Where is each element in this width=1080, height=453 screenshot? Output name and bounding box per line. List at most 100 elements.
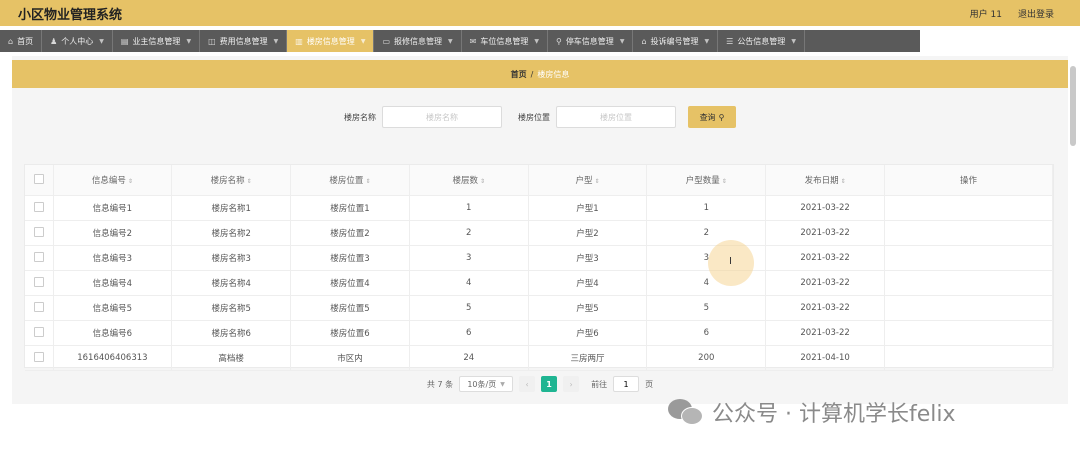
prev-page-button[interactable]: ‹	[519, 376, 536, 392]
table-cell: 2021-03-22	[765, 270, 885, 296]
table-row[interactable]: 信息编号4 楼房名称4 楼房位置4 4 户型4 4 2021-03-22	[25, 270, 1053, 296]
nav-item-building-info[interactable]: ▥ 楼房信息管理 ▼	[287, 30, 375, 52]
table-cell: 2021-04-10	[765, 345, 885, 371]
pagination: 共 7 条 10条/页 ▼ ‹ 1 › 前往 页	[12, 375, 1068, 393]
table-row[interactable]: 1616406406313 高档楼 市区内 24 三房两厅 200 2021-04-10	[25, 345, 1053, 371]
main-content: 首页 / 楼房信息 楼房名称 楼房位置 查询 ⚲ 信息编号⇕ 楼房名称⇕ 楼房位…	[12, 56, 1068, 404]
table-cell: 2021-03-22	[765, 245, 885, 271]
table-cell: 楼房名称3	[171, 245, 292, 271]
row-select-cell[interactable]	[25, 220, 54, 246]
sort-icon[interactable]: ⇕	[480, 178, 485, 185]
row-checkbox[interactable]	[33, 326, 44, 337]
table-cell: 信息编号4	[53, 270, 173, 296]
column-header[interactable]: 发布日期 ⇕	[765, 165, 885, 196]
table-cell: 楼房位置4	[290, 270, 410, 296]
sort-icon[interactable]: ⇕	[365, 178, 370, 185]
table-cell: 1	[409, 195, 529, 221]
column-header[interactable]: 楼房位置 ⇕	[290, 165, 410, 196]
chevron-down-icon: ▼	[99, 37, 104, 45]
nav-item-notice-info[interactable]: ☰ 公告信息管理 ▼	[718, 30, 805, 52]
column-header[interactable]: 信息编号 ⇕	[53, 165, 173, 196]
repair-icon: ▭	[382, 36, 390, 46]
table-cell: 信息编号1	[53, 195, 173, 221]
building-location-input[interactable]	[556, 106, 676, 128]
chevron-down-icon: ▼	[619, 37, 625, 45]
table-cell: 24	[409, 345, 529, 371]
total-count: 共 7 条	[426, 379, 454, 389]
chevron-down-icon: ▼	[704, 37, 710, 45]
nav-item-parking-info[interactable]: ⚲ 停车信息管理 ▼	[548, 30, 634, 52]
nav-item-home[interactable]: ⌂ 首页	[0, 30, 43, 52]
breadcrumb: 首页 / 楼房信息	[12, 60, 1068, 88]
page-number-current[interactable]: 1	[541, 376, 558, 392]
user-name[interactable]: 用户 11	[970, 7, 1002, 20]
logout-link[interactable]: 退出登录	[1018, 7, 1054, 20]
nav-item-owner-info[interactable]: ▤ 业主信息管理 ▼	[113, 30, 201, 52]
select-all-checkbox[interactable]	[33, 173, 44, 184]
sort-icon[interactable]: ⇕	[247, 178, 252, 185]
nav-item-repair-info[interactable]: ▭ 报修信息管理 ▼	[374, 30, 462, 52]
table-row[interactable]: 信息编号1 楼房名称1 楼房位置1 1 户型1 1 2021-03-22	[25, 195, 1053, 221]
row-select-cell[interactable]	[25, 195, 54, 221]
table-row[interactable]: 信息编号3 楼房名称3 楼房位置3 3 户型3 3 2021-03-22	[25, 245, 1053, 271]
table-cell: 三房两厅	[528, 345, 648, 371]
table-cell: 2021-03-22	[765, 220, 885, 246]
search-button[interactable]: 查询 ⚲	[688, 106, 736, 128]
nav-item-label: 费用信息管理	[219, 36, 268, 46]
nav-item-fee-info[interactable]: ◫ 费用信息管理 ▼	[200, 30, 288, 52]
breadcrumb-home[interactable]: 首页	[511, 69, 527, 80]
column-header[interactable]: 楼层数 ⇕	[409, 165, 529, 196]
text-cursor-icon: Ι	[729, 256, 732, 267]
row-select-cell[interactable]	[25, 320, 54, 346]
building-name-input[interactable]	[382, 106, 502, 128]
next-page-button[interactable]: ›	[563, 376, 580, 392]
row-checkbox[interactable]	[33, 301, 44, 312]
sort-icon[interactable]: ⇕	[722, 178, 727, 185]
table-cell-actions	[884, 345, 1053, 371]
row-select-cell[interactable]	[25, 295, 54, 321]
fee-icon: ◫	[208, 36, 216, 46]
list-icon: ▤	[120, 36, 129, 46]
column-header-actions: 操作	[884, 165, 1053, 196]
row-select-cell[interactable]	[25, 270, 54, 296]
nav-item-parking-space-info[interactable]: ✉ 车位信息管理 ▼	[462, 30, 548, 52]
row-checkbox[interactable]	[33, 251, 44, 262]
row-select-cell[interactable]	[25, 345, 54, 371]
row-checkbox[interactable]	[33, 276, 44, 287]
column-header[interactable]: 楼房名称 ⇕	[171, 165, 292, 196]
table-row[interactable]: 信息编号6 楼房名称6 楼房位置6 6 户型6 6 2021-03-22	[25, 320, 1053, 346]
goto-page-input[interactable]	[613, 376, 640, 392]
nav-item-label: 个人中心	[61, 36, 94, 46]
nav-item-personal-center[interactable]: ♟ 个人中心 ▼	[42, 30, 113, 52]
breadcrumb-current: 楼房信息	[537, 69, 570, 79]
table-row[interactable]: 信息编号5 楼房名称5 楼房位置5 5 户型5 5 2021-03-22	[25, 295, 1053, 321]
column-header[interactable]: 户型数量 ⇕	[646, 165, 767, 196]
row-checkbox[interactable]	[33, 351, 44, 362]
page-size-select[interactable]: 10条/页 ▼	[459, 376, 514, 392]
row-select-cell[interactable]	[25, 245, 54, 271]
sort-icon[interactable]: ⇕	[841, 178, 846, 185]
row-checkbox[interactable]	[33, 201, 44, 212]
table-cell: 1616406406313	[53, 345, 173, 371]
table-cell: 户型2	[528, 220, 648, 246]
table-cell: 户型1	[528, 195, 648, 221]
nav-item-complaint-info[interactable]: ⌂ 投诉编号管理 ▼	[633, 30, 719, 52]
nav-item-label: 公告信息管理	[737, 36, 786, 46]
table-cell: 户型3	[528, 245, 648, 271]
table-cell: 2021-03-22	[765, 195, 885, 221]
sort-icon[interactable]: ⇕	[595, 178, 600, 185]
location-icon: ⚲	[555, 36, 562, 46]
page-scrollbar[interactable]	[1070, 66, 1076, 146]
nav-item-label: 首页	[17, 36, 34, 46]
row-checkbox[interactable]	[33, 226, 44, 237]
nav-item-label: 楼房信息管理	[306, 36, 355, 46]
sort-icon[interactable]: ⇕	[128, 178, 133, 185]
table-row[interactable]: 信息编号2 楼房名称2 楼房位置2 2 户型2 2 2021-03-22	[25, 220, 1053, 246]
table-cell: 6	[646, 320, 767, 346]
select-all-cell[interactable]	[25, 165, 54, 196]
main-nav: ⌂ 首页 ♟ 个人中心 ▼ ▤ 业主信息管理 ▼ ◫ 费用信息管理 ▼ ▥ 楼房…	[0, 30, 920, 52]
table-cell-actions	[884, 245, 1053, 271]
table-cell-actions	[884, 320, 1053, 346]
top-header: 小区物业管理系统 用户 11 退出登录	[0, 0, 1080, 26]
column-header[interactable]: 户型 ⇕	[528, 165, 648, 196]
